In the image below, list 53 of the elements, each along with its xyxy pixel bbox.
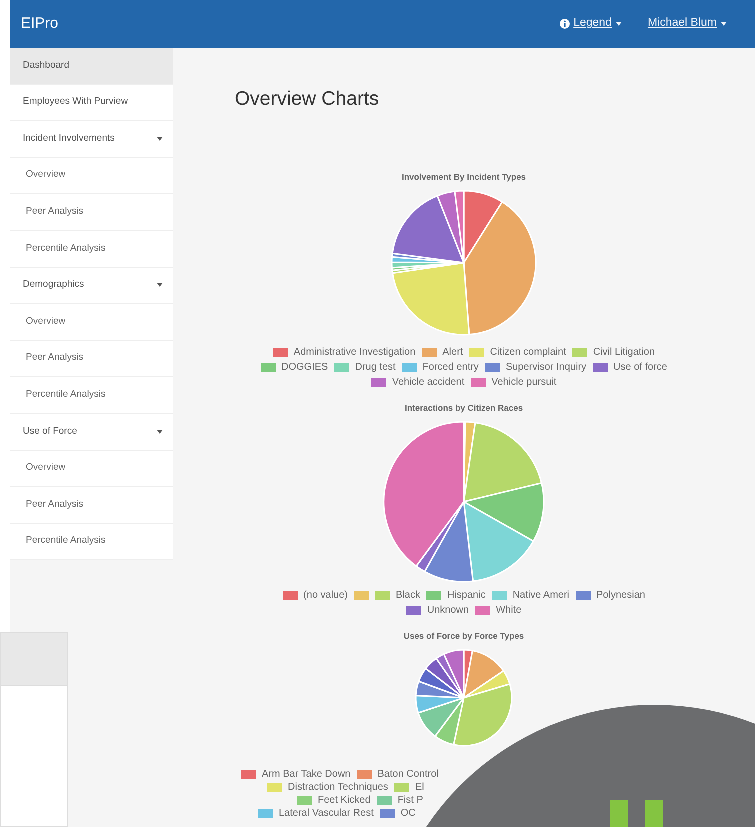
legend-label: Lateral Vascular Rest xyxy=(279,806,374,820)
sidebar-item[interactable]: Incident Involvements xyxy=(10,121,173,158)
sidebar-subitem[interactable]: Peer Analysis xyxy=(10,194,173,231)
legend-label: DOGGIES xyxy=(282,361,328,376)
legend-label: Use of force xyxy=(614,361,668,376)
dropdown-toggle-link[interactable]: Legend xyxy=(560,15,622,33)
sidebar-item[interactable]: Employees With Purview xyxy=(10,84,173,122)
legend-label: El xyxy=(415,780,424,794)
legend-label: Unknown xyxy=(427,604,470,618)
sidebar-subitem[interactable]: Overview xyxy=(10,158,173,194)
sidebar-subitem[interactable]: Percentile Analysis xyxy=(10,377,173,414)
legend-label: Drug test xyxy=(355,361,396,376)
page-title: Overview Charts xyxy=(235,88,380,112)
caret-icon xyxy=(721,22,727,26)
sidebar-subitem[interactable]: Overview xyxy=(10,304,173,341)
legend-label: (no value) xyxy=(304,588,348,603)
legend-label: Forced entry xyxy=(422,361,479,376)
sidebar-item[interactable]: Demographics xyxy=(10,268,173,304)
info-icon xyxy=(560,19,570,29)
chart-title: Uses of Force by Force Types xyxy=(404,630,524,643)
legend-label: Native Ameri xyxy=(512,588,570,603)
sidebar-item[interactable]: Dashboard xyxy=(10,48,173,85)
legend-label: OC xyxy=(400,806,416,820)
legend-label: Vehicle pursuit xyxy=(492,376,557,390)
sidebar-item[interactable]: Use of Force xyxy=(10,414,173,451)
caret-icon xyxy=(616,22,622,26)
legend-label: Alert xyxy=(442,346,464,360)
legend-label: Citizen complaint xyxy=(490,346,566,360)
legend-label: Vehicle accident xyxy=(392,376,465,390)
legend-label: Fist P xyxy=(398,794,424,807)
legend-label: Baton Control xyxy=(378,768,439,781)
dropdown-toggle-link[interactable]: Michael Blum xyxy=(648,15,727,33)
sidebar-subitem[interactable]: Peer Analysis xyxy=(10,487,173,524)
chart-title: Interactions by Citizen Races xyxy=(404,402,524,415)
legend-label: White xyxy=(496,604,522,618)
legend-label: Black xyxy=(396,588,420,603)
legend-label: Polynesian xyxy=(596,588,646,603)
caret-icon xyxy=(157,136,163,141)
brand-name[interactable]: EIPro xyxy=(21,12,59,36)
sidebar-subitem[interactable]: Percentile Analysis xyxy=(10,524,173,560)
caret-icon xyxy=(157,283,163,288)
legend-label: Civil Litigation xyxy=(593,346,656,360)
legend-label: Hispanic xyxy=(447,588,486,603)
legend-label: Arm Bar Take Down xyxy=(262,768,351,781)
legend-label: Distraction Techniques xyxy=(288,780,388,794)
legend-label: Supervisor Inquiry xyxy=(506,361,587,376)
legend-label: Feet Kicked xyxy=(318,794,371,807)
sidebar-subitem[interactable]: Peer Analysis xyxy=(10,340,173,378)
sidebar-subitem[interactable]: Overview xyxy=(10,450,173,488)
legend-label: Administrative Investigation xyxy=(294,346,416,360)
caret-icon xyxy=(157,430,163,434)
chart-title: Involvement By Incident Types xyxy=(402,171,526,184)
sidebar-subitem[interactable]: Percentile Analysis xyxy=(10,230,173,268)
